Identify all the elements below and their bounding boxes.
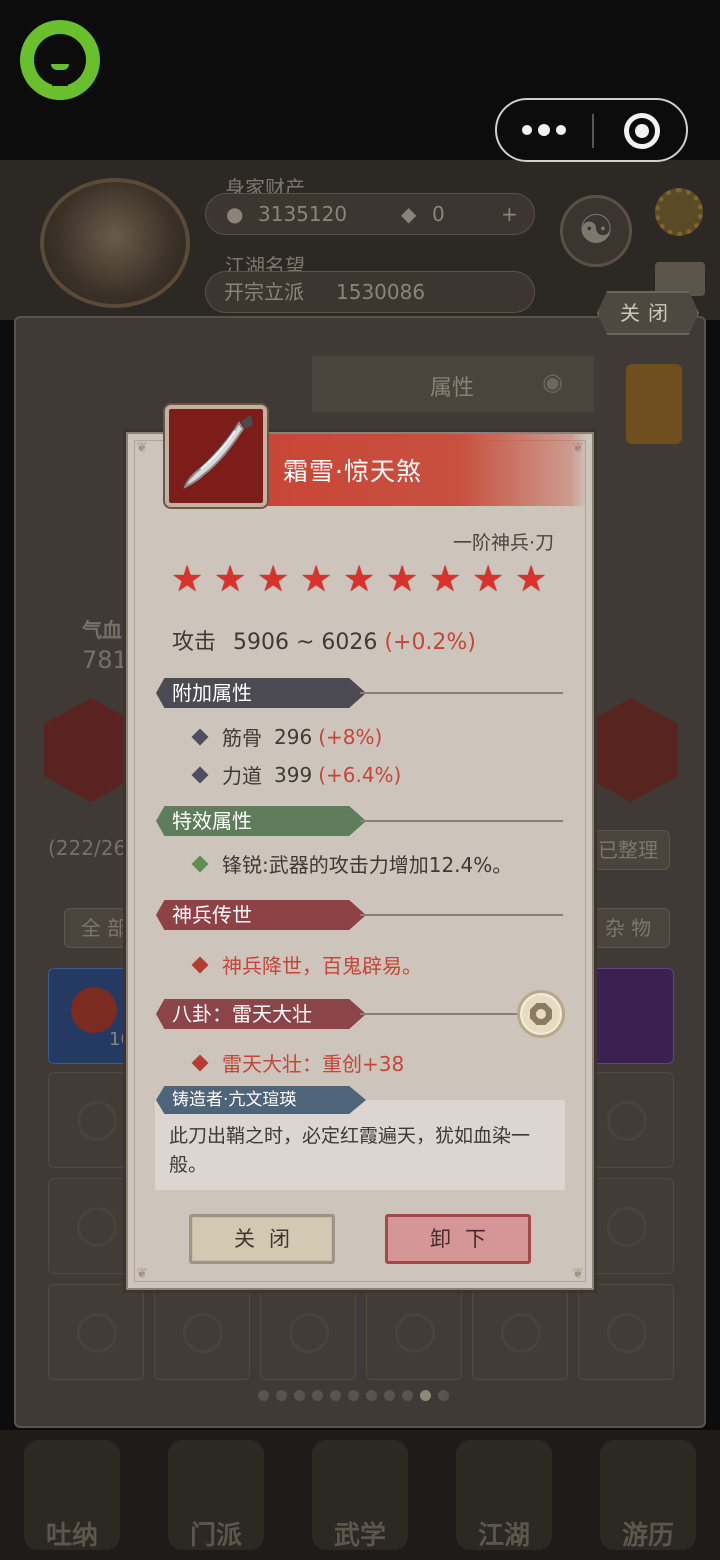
section-legend: 神兵传世 bbox=[156, 900, 366, 930]
fame-bar: 开宗立派 1530086 bbox=[205, 271, 535, 313]
attr-row: 筋骨 296 (+8%) bbox=[191, 722, 383, 751]
star-rating: ★ ★ ★ ★ ★ ★ ★ ★ ★ bbox=[171, 562, 551, 598]
currency-bar: ● 3135120 ◆ 0 + bbox=[205, 193, 535, 235]
player-avatar[interactable] bbox=[40, 178, 190, 308]
panel-close-button[interactable]: 关闭 bbox=[597, 291, 699, 335]
section-extra-attributes: 附加属性 bbox=[156, 678, 366, 708]
page-indicator bbox=[258, 1386, 456, 1401]
nav-jianghu-label: 江湖 bbox=[477, 1521, 530, 1551]
item-icon-frame bbox=[165, 405, 267, 507]
hp-value: 781 bbox=[82, 646, 128, 674]
special-text: 锋锐:武器的攻击力增加12.4%。 bbox=[222, 853, 513, 877]
nav-sect-label: 门派 bbox=[189, 1521, 242, 1551]
miniprogram-capsule bbox=[495, 98, 688, 162]
hp-label: 气血 bbox=[82, 618, 122, 642]
star-icon: ★ bbox=[515, 559, 548, 600]
wechat-logo-icon bbox=[20, 20, 100, 100]
attr-row: 力道 399 (+6.4%) bbox=[191, 760, 402, 789]
jade-icon: ◆ bbox=[401, 202, 417, 226]
fame-value: 1530086 bbox=[336, 280, 426, 304]
diamond-icon bbox=[191, 766, 209, 783]
attack-range: 5906 ~ 6026 bbox=[233, 630, 378, 655]
inventory-slot[interactable] bbox=[154, 1284, 250, 1380]
silver-amount: 3135120 bbox=[258, 202, 348, 226]
star-icon: ★ bbox=[214, 559, 247, 600]
blade-icon bbox=[183, 415, 253, 489]
item-type: 一阶神兵·刀 bbox=[452, 532, 554, 554]
star-icon: ★ bbox=[472, 559, 505, 600]
diamond-icon bbox=[191, 956, 209, 973]
mail-icon[interactable] bbox=[655, 262, 705, 296]
more-dots-icon[interactable] bbox=[522, 120, 566, 140]
badge-medal-icon bbox=[626, 364, 682, 444]
diamond-icon bbox=[191, 1054, 209, 1071]
star-icon: ★ bbox=[429, 559, 462, 600]
inventory-slot[interactable] bbox=[472, 1284, 568, 1380]
attack-line: 攻击 5906 ~ 6026 (+0.2%) bbox=[172, 624, 476, 656]
nav-travel-label: 游历 bbox=[621, 1521, 674, 1551]
inventory-slot[interactable] bbox=[260, 1284, 356, 1380]
special-row: 锋锐:武器的攻击力增加12.4%。 bbox=[191, 849, 513, 878]
section-special-attributes: 特效属性 bbox=[156, 806, 366, 836]
unequip-button[interactable]: 卸下 bbox=[385, 1214, 531, 1264]
bagua-icon bbox=[517, 990, 565, 1038]
bagua-text: 雷天大壮：重创+38 bbox=[222, 1052, 405, 1076]
nav-tuna-label: 吐纳 bbox=[45, 1521, 98, 1551]
divider bbox=[360, 820, 563, 822]
star-icon: ★ bbox=[171, 559, 204, 600]
tab-misc[interactable]: 杂 物 bbox=[586, 908, 670, 948]
inventory-slot[interactable] bbox=[578, 1284, 674, 1380]
close-button[interactable]: 关闭 bbox=[189, 1214, 335, 1264]
inventory-slot[interactable] bbox=[366, 1284, 462, 1380]
silver-icon: ● bbox=[226, 202, 244, 226]
attack-label: 攻击 bbox=[172, 630, 217, 655]
star-icon: ★ bbox=[343, 559, 376, 600]
attr-name: 力道 bbox=[222, 764, 262, 788]
inventory-slot[interactable] bbox=[48, 1284, 144, 1380]
gear-icon[interactable] bbox=[655, 188, 703, 236]
orb-icon bbox=[71, 987, 117, 1033]
attr-bonus: (+6.4%) bbox=[318, 762, 402, 787]
attack-bonus: (+0.2%) bbox=[384, 630, 476, 655]
target-icon[interactable] bbox=[624, 113, 660, 149]
attr-value: 399 bbox=[274, 762, 313, 787]
bagua-row: 雷天大壮：重创+38 bbox=[191, 1048, 405, 1077]
diamond-icon bbox=[191, 855, 209, 872]
star-icon: ★ bbox=[257, 559, 290, 600]
item-description: 此刀出鞘之时，必定红霞遍天，犹如血染一般。 bbox=[169, 1125, 531, 1176]
attr-name: 筋骨 bbox=[222, 726, 262, 750]
sort-button[interactable]: 已整理 bbox=[586, 830, 670, 870]
star-icon: ★ bbox=[300, 559, 333, 600]
divider bbox=[360, 914, 563, 916]
legend-row: 神兵降世，百鬼辟易。 bbox=[191, 950, 422, 979]
attr-value: 296 bbox=[274, 724, 313, 749]
yinyang-icon[interactable]: ☯ bbox=[560, 195, 632, 267]
star-icon: ★ bbox=[386, 559, 419, 600]
fame-rank: 开宗立派 bbox=[224, 280, 304, 304]
item-name: 霜雪·惊天煞 bbox=[283, 457, 422, 486]
attr-bonus: (+8%) bbox=[318, 724, 383, 749]
gold-amount: 0 bbox=[432, 202, 445, 226]
divider bbox=[360, 692, 563, 694]
nav-martial-label: 武学 bbox=[333, 1521, 386, 1551]
section-bagua: 八卦：雷天大壮 bbox=[156, 999, 366, 1029]
attr-tab[interactable]: 属性 bbox=[430, 370, 474, 402]
attr-tab-bar: 属性 ◉ bbox=[312, 356, 594, 412]
divider bbox=[360, 1013, 520, 1015]
forger-label: 铸造者·亢文瑄瑛 bbox=[156, 1086, 366, 1114]
add-currency-button[interactable]: + bbox=[501, 194, 518, 234]
legend-text: 神兵降世，百鬼辟易。 bbox=[222, 954, 422, 978]
diamond-icon bbox=[191, 728, 209, 745]
eye-icon[interactable]: ◉ bbox=[542, 368, 563, 396]
